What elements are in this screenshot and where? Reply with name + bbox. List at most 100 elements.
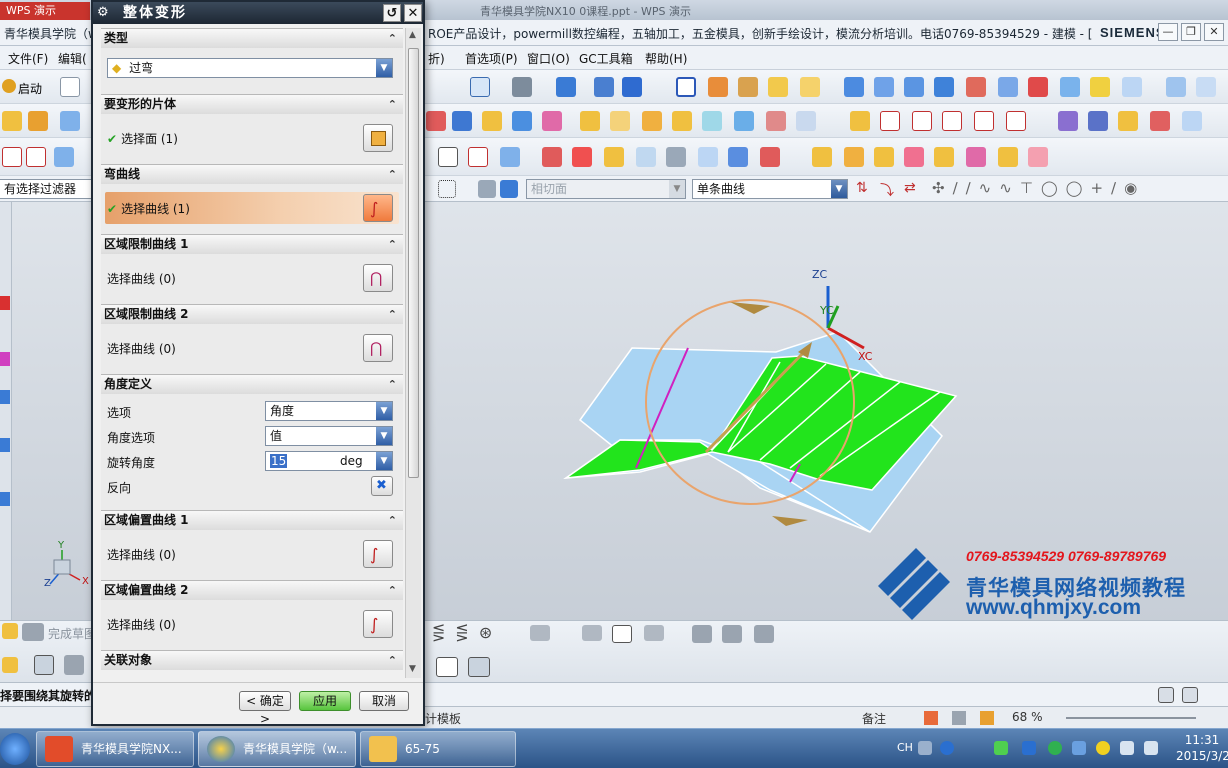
select-offset2-button[interactable]: ∫ (363, 610, 393, 638)
resource-icon-4[interactable] (0, 438, 10, 452)
transform-icon[interactable] (622, 77, 642, 97)
volume-icon[interactable] (1144, 741, 1158, 755)
bottom-icon-2[interactable] (34, 655, 54, 675)
shape-analysis-icon[interactable] (1196, 77, 1216, 97)
stop-at-intersection-icon[interactable]: ⇅ (856, 180, 868, 196)
mesh-icon[interactable] (666, 147, 686, 167)
sketch-icon[interactable] (2, 111, 22, 131)
body-icon-7[interactable] (998, 147, 1018, 167)
pattern-icon[interactable] (698, 147, 718, 167)
sketch-icon-h[interactable] (436, 657, 458, 677)
select-region1-button[interactable]: ⋂ (363, 264, 393, 292)
option-combo[interactable]: 角度 ▼ (265, 401, 393, 421)
menu-analysis[interactable]: 折) (428, 50, 445, 67)
body-icon-6[interactable] (966, 147, 986, 167)
select-bend-curve-row[interactable]: ✔ 选择曲线 (1) (107, 200, 190, 217)
battery-icon[interactable] (994, 741, 1008, 755)
render-style-icon[interactable] (512, 77, 532, 97)
chain-curve-icon[interactable]: ⇄ (904, 180, 916, 196)
move-object-icon[interactable] (594, 77, 614, 97)
taskbar-item-nx[interactable]: 青华模具学院（w... (198, 731, 356, 767)
shaded-cube-icon[interactable] (556, 77, 576, 97)
slideshow-icon[interactable] (980, 711, 994, 725)
reverse-direction-button[interactable]: ✖ (371, 476, 393, 496)
x-form-icon[interactable] (1028, 77, 1048, 97)
minimize-button[interactable]: — (1158, 23, 1178, 41)
restore-button[interactable]: ❐ (1181, 23, 1201, 41)
arc-icon[interactable] (26, 147, 46, 167)
scrollbar-thumb[interactable] (408, 48, 419, 478)
collapse-icon[interactable]: ⌃ (388, 29, 397, 48)
sketch-icon-i[interactable] (468, 657, 490, 677)
curve-icon-1[interactable] (850, 111, 870, 131)
keyboard-icon[interactable] (918, 741, 932, 755)
surface-analysis-icon[interactable] (1166, 77, 1186, 97)
match-edge-icon[interactable] (1090, 77, 1110, 97)
follow-fillet-icon[interactable]: ⤵ (880, 180, 894, 200)
security-icon[interactable] (1048, 741, 1062, 755)
global-shaping-icon[interactable] (998, 77, 1018, 97)
body-icon-8[interactable] (1028, 147, 1048, 167)
sketch-constraint-icons[interactable]: ⋚⋚⊛ (432, 623, 502, 642)
select-offset1-button[interactable]: ∫ (363, 540, 393, 568)
menu-edit[interactable]: 编辑( (58, 50, 87, 67)
scroll-down-icon[interactable]: ▼ (409, 664, 416, 674)
ime-indicator[interactable]: CH (897, 741, 913, 754)
analysis-icon-5[interactable] (1182, 111, 1202, 131)
feature-icon-12[interactable] (766, 111, 786, 131)
wps-tab[interactable]: WPS 演示 (0, 2, 90, 20)
select-offset2-label[interactable]: 选择曲线 (0) (107, 616, 176, 633)
resource-icon-5[interactable] (0, 492, 10, 506)
angle-option-combo[interactable]: 值 ▼ (265, 426, 393, 446)
normal-view-icon[interactable] (924, 711, 938, 725)
sweep-icon[interactable] (768, 77, 788, 97)
mirror-icon[interactable] (728, 147, 748, 167)
menu-gc-toolbox[interactable]: GC工具箱 (579, 50, 633, 67)
fit-view-icon[interactable] (470, 77, 490, 97)
rotate-curve-icon[interactable] (54, 147, 74, 167)
offset-curve-icon[interactable] (542, 147, 562, 167)
body-icon-4[interactable] (904, 147, 924, 167)
studio-surface-icon[interactable] (844, 77, 864, 97)
surface-layers-icon[interactable] (738, 77, 758, 97)
swept-surface-icon[interactable] (874, 77, 894, 97)
sorter-view-icon[interactable] (952, 711, 966, 725)
line-icon[interactable] (2, 147, 22, 167)
section-assoc-header[interactable]: 关联对象 ⌃ (101, 650, 403, 670)
menu-file[interactable]: 文件(F) (8, 50, 48, 67)
sketch-icon-f[interactable] (722, 625, 742, 643)
fullscreen-icon[interactable] (1158, 687, 1174, 703)
analysis-icon-3[interactable] (1118, 111, 1138, 131)
sketch-icon-e[interactable] (692, 625, 712, 643)
menu-window[interactable]: 窗口(O) (527, 50, 570, 67)
system-clock[interactable]: 11:31 2015/3/2 (1176, 732, 1228, 764)
network-status-icon[interactable] (1120, 741, 1134, 755)
feature-icon-10[interactable] (702, 111, 722, 131)
apply-button[interactable]: 应用 (299, 691, 351, 711)
taskbar-item-wps[interactable]: 青华模具学院NX... (36, 731, 194, 767)
feature-icon-1[interactable] (426, 111, 446, 131)
new-file-icon[interactable] (60, 77, 80, 97)
scroll-up-icon[interactable]: ▲ (409, 30, 416, 40)
project-curve-icon[interactable] (500, 147, 520, 167)
section-faces-header[interactable]: 要变形的片体 ⌃ (101, 94, 403, 114)
section-angle-header[interactable]: 角度定义 ⌃ (101, 374, 403, 394)
dialog-title-bar[interactable]: ⚙ 整体变形 ↺ ✕ (93, 2, 423, 24)
taskbar-item-folder[interactable]: 65-75 (360, 731, 516, 767)
collapse-icon[interactable]: ⌃ (388, 165, 397, 184)
collapse-icon[interactable]: ⌃ (388, 305, 397, 324)
collapse-icon[interactable]: ⌃ (388, 235, 397, 254)
select-region2-button[interactable]: ⋂ (363, 334, 393, 362)
menu-help[interactable]: 帮助(H) (645, 50, 687, 67)
trim-body-icon[interactable] (604, 147, 624, 167)
feature-icon-6[interactable] (580, 111, 600, 131)
resource-icon-1[interactable] (0, 296, 10, 310)
analysis-icon-4[interactable] (1150, 111, 1170, 131)
type-filter-combo[interactable]: 有选择过滤器 (0, 179, 92, 199)
collapse-icon[interactable]: ⌃ (388, 651, 397, 670)
extrude-icon[interactable] (28, 111, 48, 131)
flange-icon[interactable] (966, 77, 986, 97)
feature-icon-7[interactable] (610, 111, 630, 131)
feature-icon-5[interactable] (542, 111, 562, 131)
blend-surface-icon[interactable] (934, 77, 954, 97)
